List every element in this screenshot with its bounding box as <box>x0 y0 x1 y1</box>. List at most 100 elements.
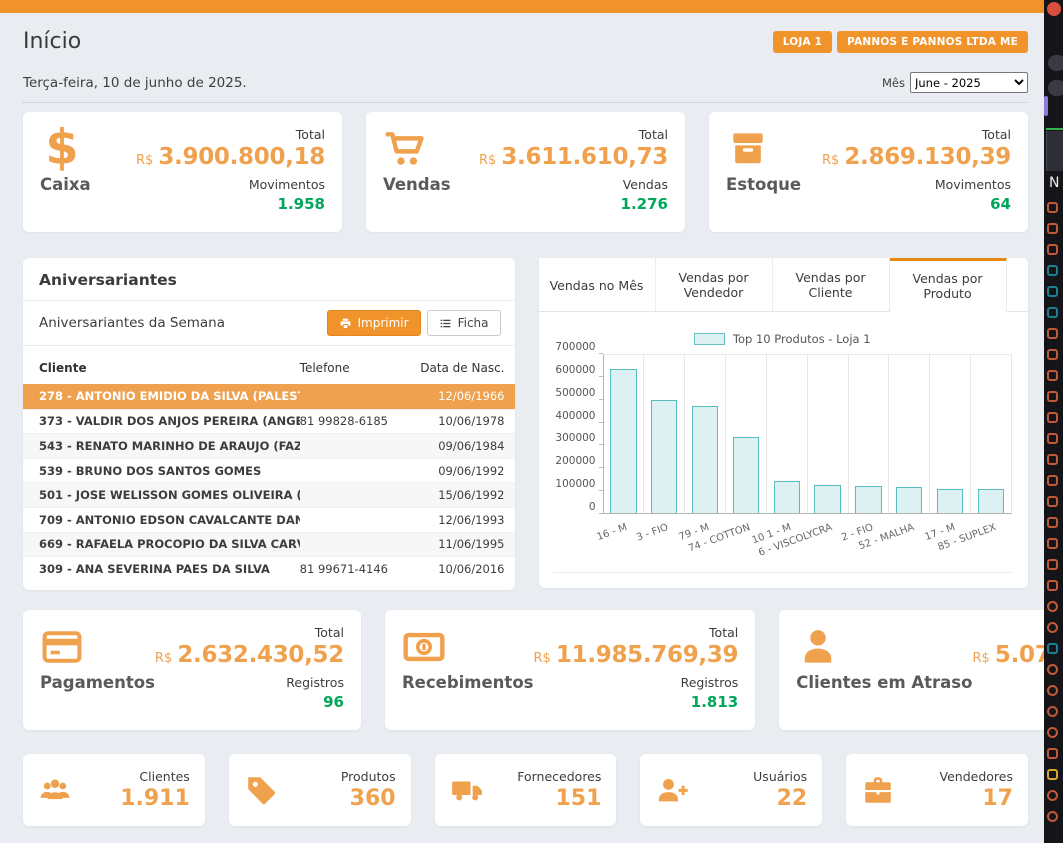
y-tick-label: 700000 <box>555 341 595 353</box>
print-button[interactable]: Imprimir <box>327 310 421 336</box>
chart-bar[interactable] <box>733 437 759 513</box>
currency-prefix: R$ <box>822 153 839 168</box>
table-row[interactable]: 539 - BRUNO DOS SANTOS GOMES 09/06/1992 <box>23 458 515 483</box>
favicon-icon <box>1047 265 1058 276</box>
column-header-cliente: Cliente <box>39 361 300 375</box>
background-panel-edge <box>1046 131 1063 171</box>
stat-count-value: 64 <box>822 195 1011 213</box>
table-row[interactable]: 309 - ANA SEVERINA PAES DA SILVA 81 9967… <box>23 556 515 581</box>
background-handle <box>1044 96 1048 116</box>
favicon-icon <box>1047 601 1058 612</box>
legend-swatch <box>694 333 725 345</box>
print-button-label: Imprimir <box>358 316 409 330</box>
favicon-icon <box>1047 559 1058 570</box>
mini-cards-row: Clientes 1.911 Produtos 360 Fornecedores… <box>23 754 1028 826</box>
favicon-icon <box>1047 517 1058 528</box>
briefcase-icon <box>861 773 895 807</box>
chart-y-axis: 0100000200000300000400000500000600000700… <box>553 354 603 514</box>
tab-vendas-por-produto[interactable]: Vendas por Produto <box>890 258 1007 312</box>
sales-chart-panel: Vendas no MêsVendas por VendedorVendas p… <box>539 258 1029 588</box>
dollar-icon: $ <box>40 127 84 171</box>
cell-cliente: 373 - VALDIR DOS ANJOS PEREIRA (ANGELA) <box>39 414 300 428</box>
y-tick-label: 500000 <box>555 387 595 399</box>
legend-label: Top 10 Produtos - Loja 1 <box>733 332 871 346</box>
chart-bar[interactable] <box>692 406 718 513</box>
stat-card: Pagamentos Total R$ 2.632.430,52 Registr… <box>23 610 361 730</box>
stat-total-value: R$ 3.611.610,73 <box>479 144 668 170</box>
stat-total-label: Total <box>822 127 1011 142</box>
tab-vendas-por-vendedor[interactable]: Vendas por Vendedor <box>656 258 773 311</box>
favicon-icon <box>1047 349 1058 360</box>
chart-bar[interactable] <box>610 369 636 513</box>
chart-bar[interactable] <box>937 489 963 513</box>
y-tick-label: 100000 <box>555 478 595 490</box>
chart-bar[interactable] <box>814 485 840 513</box>
y-tick-label: 400000 <box>555 410 595 422</box>
favicon-icon <box>1047 580 1058 591</box>
stat-count-label: Registros <box>155 675 344 690</box>
table-row[interactable]: 709 - ANTONIO EDSON CAVALCANTE DANTAS 12… <box>23 507 515 532</box>
chart-bar[interactable] <box>651 400 677 513</box>
favicon-icon <box>1047 328 1058 339</box>
mini-card-label: Usuários <box>753 769 807 784</box>
stat-card: Estoque Total R$ 2.869.130,39 Movimentos… <box>709 112 1028 232</box>
table-row[interactable]: 543 - RENATO MARINHO DE ARAUJO (FAZEND..… <box>23 433 515 458</box>
tab-vendas-por-cliente[interactable]: Vendas por Cliente <box>773 258 890 311</box>
mini-stat-card: Vendedores 17 <box>846 754 1028 826</box>
favicon-icon <box>1047 286 1058 297</box>
column-header-telefone: Telefone <box>300 361 412 375</box>
month-select[interactable]: June - 2025 <box>910 72 1028 93</box>
stat-card-label: Estoque <box>726 175 801 194</box>
stat-count-value: 1.958 <box>136 195 325 213</box>
cell-data-nasc: 11/06/1995 <box>411 537 504 551</box>
favicon-icon <box>1047 664 1058 675</box>
stat-total-label: Total <box>479 127 668 142</box>
mini-stat-card: Usuários 22 <box>640 754 822 826</box>
sales-chart: Top 10 Produtos - Loja 1 010000020000030… <box>539 312 1029 566</box>
background-blob <box>1048 80 1063 96</box>
summary-cards-top: $ Caixa Total R$ 3.900.800,18 Movimentos… <box>23 112 1028 232</box>
y-tick-label: 300000 <box>555 432 595 444</box>
table-row[interactable]: 278 - ANTONIO EMIDIO DA SILVA (PALESTINA… <box>23 384 515 409</box>
chart-bar[interactable] <box>774 481 800 513</box>
company-button[interactable]: PANNOS E PANNOS LTDA ME <box>837 31 1028 53</box>
background-letter: N <box>1049 175 1059 191</box>
table-row[interactable]: 373 - VALDIR DOS ANJOS PEREIRA (ANGELA) … <box>23 409 515 434</box>
table-row[interactable]: 501 - JOSE WELISSON GOMES OLIVEIRA (ELC.… <box>23 482 515 507</box>
birthdays-panel: Aniversariantes Aniversariantes da Seman… <box>23 258 515 590</box>
top-accent-bar <box>0 0 1044 13</box>
dashboard-page: Início LOJA 1 PANNOS E PANNOS LTDA ME Te… <box>0 0 1044 843</box>
shopping-cart-icon <box>383 127 427 171</box>
background-green-line <box>1046 128 1063 130</box>
chart-bar[interactable] <box>855 486 881 513</box>
mini-stat-card: Clientes 1.911 <box>23 754 205 826</box>
store-button[interactable]: LOJA 1 <box>773 31 832 53</box>
stat-count-value: 96 <box>155 693 344 711</box>
chart-plot-area <box>603 354 1013 514</box>
tab-vendas-no-mês[interactable]: Vendas no Mês <box>539 258 656 311</box>
ficha-button[interactable]: Ficha <box>427 310 501 336</box>
stat-card-label: Vendas <box>383 175 451 194</box>
chart-panel-footer <box>553 572 1013 588</box>
table-row[interactable]: 669 - RAFAELA PROCOPIO DA SILVA CARVALHO… <box>23 532 515 557</box>
favicon-icon <box>1047 223 1058 234</box>
credit-card-icon <box>40 625 84 669</box>
chart-bar[interactable] <box>978 489 1004 513</box>
currency-prefix: R$ <box>479 153 496 168</box>
favicon-icon <box>1047 706 1058 717</box>
favicon-icon <box>1047 748 1058 759</box>
birthdays-panel-title: Aniversariantes <box>23 258 515 301</box>
mini-card-value: 1.911 <box>120 786 190 811</box>
chart-bar[interactable] <box>896 487 922 513</box>
mini-card-label: Fornecedores <box>517 769 601 784</box>
mini-card-label: Clientes <box>120 769 190 784</box>
user-plus-icon <box>655 773 689 807</box>
svg-text:$: $ <box>45 127 78 171</box>
cell-data-nasc: 09/06/1984 <box>411 439 504 453</box>
birthdays-table: Cliente Telefone Data de Nasc. 278 - ANT… <box>23 353 515 590</box>
favicon-icon <box>1047 202 1058 213</box>
users-group-icon <box>38 773 72 807</box>
money-bill-icon <box>402 625 446 669</box>
stat-count-label: Movimentos <box>822 177 1011 192</box>
stat-total-label: Total <box>533 625 738 640</box>
